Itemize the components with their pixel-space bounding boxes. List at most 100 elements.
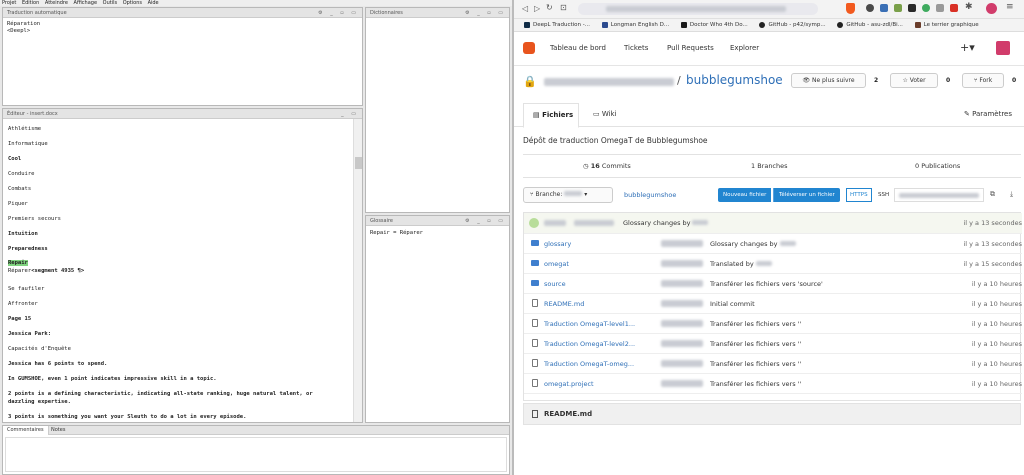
extension-icon[interactable] — [936, 4, 944, 12]
branches-link[interactable]: 1 Branches — [751, 162, 788, 170]
editor-line[interactable]: Informatique — [8, 141, 48, 147]
extension-icon[interactable] — [950, 4, 958, 12]
pane-window-controls[interactable]: _ ▭ — [341, 109, 359, 118]
nav-tickets[interactable]: Tickets — [624, 44, 648, 52]
repo-owner[interactable] — [544, 78, 674, 86]
editor-line[interactable]: In GUMSHOE, even 1 point indicates impre… — [8, 376, 217, 382]
nav-explore[interactable]: Explorer — [730, 44, 759, 52]
ssh-button[interactable]: SSH — [875, 188, 892, 202]
menu-edition[interactable]: Édition — [22, 0, 39, 6]
editor-line[interactable]: dazzling expertise. — [8, 399, 71, 405]
star-button[interactable]: ☆ Voter — [890, 73, 938, 88]
tab-wiki[interactable]: ▭ Wiki — [593, 110, 617, 118]
tab-notes[interactable]: Notes — [47, 426, 69, 435]
commit-message[interactable]: Transférer les fichiers vers '' — [710, 340, 801, 348]
nav-pull-requests[interactable]: Pull Requests — [667, 44, 714, 52]
editor-line[interactable]: Piquer — [8, 201, 28, 207]
menu-options[interactable]: Options — [123, 0, 142, 6]
editor-line[interactable]: Capacités d'Enquête — [8, 346, 71, 352]
tab-comments[interactable]: Commentaires — [3, 426, 49, 435]
table-row[interactable]: glossary Glossary changes by il y a 13 s… — [524, 234, 1022, 254]
commit-hash[interactable] — [661, 260, 703, 267]
bookmark-item[interactable]: GitHub - p42/symp... — [759, 19, 826, 31]
file-name[interactable]: source — [544, 280, 566, 288]
user-avatar[interactable] — [996, 41, 1010, 55]
tab-settings[interactable]: ✎ Paramètres — [964, 110, 1012, 118]
editor-line[interactable]: Se faufiler — [8, 286, 44, 292]
menu-affichage[interactable]: Affichage — [74, 0, 98, 6]
editor-line[interactable]: Intuition — [8, 231, 38, 237]
editor-line[interactable]: Affronter — [8, 301, 38, 307]
gitea-logo-icon[interactable] — [523, 42, 535, 54]
repo-path[interactable]: bubblegumshoe — [624, 191, 676, 199]
commit-message[interactable]: Transférer les fichiers vers '' — [710, 360, 801, 368]
file-name[interactable]: Traduction OmegaT-level1... — [544, 320, 635, 328]
commit-message[interactable]: Transférer les fichiers vers 'source' — [710, 280, 823, 288]
editor-line[interactable]: 2 points is a defining characteristic, i… — [8, 391, 313, 397]
https-button[interactable]: HTTPS — [846, 188, 872, 202]
extension-icon[interactable] — [894, 4, 902, 12]
brave-shield-icon[interactable] — [846, 3, 855, 14]
fork-button[interactable]: ⑂ Fork — [962, 73, 1004, 88]
bookmark-item[interactable]: Longman English D... — [601, 19, 669, 31]
commit-hash[interactable] — [574, 220, 614, 226]
editor-line[interactable]: Page 15 — [8, 316, 31, 322]
file-name[interactable]: glossary — [544, 240, 571, 248]
menu-aide[interactable]: Aide — [148, 0, 159, 6]
active-segment-source[interactable]: Repair — [8, 260, 28, 266]
commit-hash[interactable] — [661, 320, 703, 327]
active-segment-target[interactable]: Réparer<segment 4935 ¶> — [8, 268, 84, 274]
menu-icon[interactable]: ≡ — [1006, 2, 1014, 12]
file-name[interactable]: README.md — [544, 300, 584, 308]
editor-line[interactable]: Combats — [8, 186, 31, 192]
bookmark-item[interactable]: Le terrier graphique — [914, 19, 979, 31]
extension-icon[interactable] — [880, 4, 888, 12]
commit-hash[interactable] — [661, 360, 703, 367]
commit-hash[interactable] — [661, 340, 703, 347]
branch-selector[interactable]: ⑂ Branche: ▾ — [523, 187, 613, 203]
back-icon[interactable]: ◁ — [522, 4, 528, 13]
scrollbar-thumb[interactable] — [355, 157, 362, 169]
glossary-entry[interactable]: Repair = Réparer — [366, 226, 509, 240]
extension-icon[interactable] — [908, 4, 916, 12]
pane-window-controls[interactable]: ⚙ _ ▫ ▭ — [318, 8, 359, 17]
editor-line[interactable]: Cool — [8, 156, 21, 162]
table-row[interactable]: omegat Translated by il y a 15 secondes — [524, 254, 1022, 274]
copy-icon[interactable]: ⧉ — [990, 190, 995, 199]
extension-icon[interactable] — [922, 4, 930, 12]
editor-scrollbar[interactable] — [353, 119, 362, 422]
puzzle-icon[interactable]: ✱ — [965, 2, 973, 12]
editor-line[interactable]: Premiers secours — [8, 216, 61, 222]
repo-name[interactable]: bubblegumshoe — [686, 73, 783, 87]
commit-message[interactable]: Transférer les fichiers vers '' — [710, 320, 801, 328]
bookmark-item[interactable]: GitHub - asu-zdl/Bi... — [837, 19, 903, 31]
editor-line[interactable]: Conduire — [8, 171, 35, 177]
latest-commit-message[interactable]: Glossary changes by — [623, 219, 691, 227]
file-name[interactable]: Traduction OmegaT-omeg... — [544, 360, 634, 368]
bookmark-item[interactable]: Doctor Who 4th Do... — [680, 19, 748, 31]
table-row[interactable]: Traduction OmegaT-level1... Transférer l… — [524, 314, 1022, 334]
download-icon[interactable]: ⤓ — [1010, 190, 1013, 199]
comments-area[interactable] — [5, 437, 507, 472]
commits-link[interactable]: ◷ 16 Commits — [583, 162, 631, 170]
releases-link[interactable]: 0 Publications — [915, 162, 960, 170]
menu-projet[interactable]: Projet — [2, 0, 16, 6]
commit-message[interactable]: Initial commit — [710, 300, 755, 308]
commit-hash[interactable] — [661, 380, 703, 387]
editor-text-area[interactable]: Athlétisme Informatique Cool Conduire Co… — [3, 119, 353, 422]
commit-hash[interactable] — [661, 240, 703, 247]
pane-window-controls[interactable]: ⚙ _ ▫ ▭ — [465, 216, 506, 225]
address-bar[interactable] — [578, 3, 818, 15]
commit-hash[interactable] — [661, 300, 703, 307]
table-row[interactable]: source Transférer les fichiers vers 'sou… — [524, 274, 1022, 294]
table-row[interactable]: Traduction OmegaT-omeg... Transférer les… — [524, 354, 1022, 374]
bookmark-icon[interactable]: ⊡ — [560, 3, 567, 12]
menu-outils[interactable]: Outils — [103, 0, 117, 6]
commit-message[interactable]: Transférer les fichiers vers '' — [710, 380, 801, 388]
editor-line[interactable]: Athlétisme — [8, 126, 41, 132]
editor-line[interactable]: Jessica Park: — [8, 331, 51, 337]
pane-window-controls[interactable]: ⚙ _ ▫ ▭ — [465, 8, 506, 17]
tab-files[interactable]: ▤ Fichiers — [523, 103, 579, 128]
file-name[interactable]: omegat.project — [544, 380, 594, 388]
reload-icon[interactable]: ↻ — [546, 3, 553, 12]
